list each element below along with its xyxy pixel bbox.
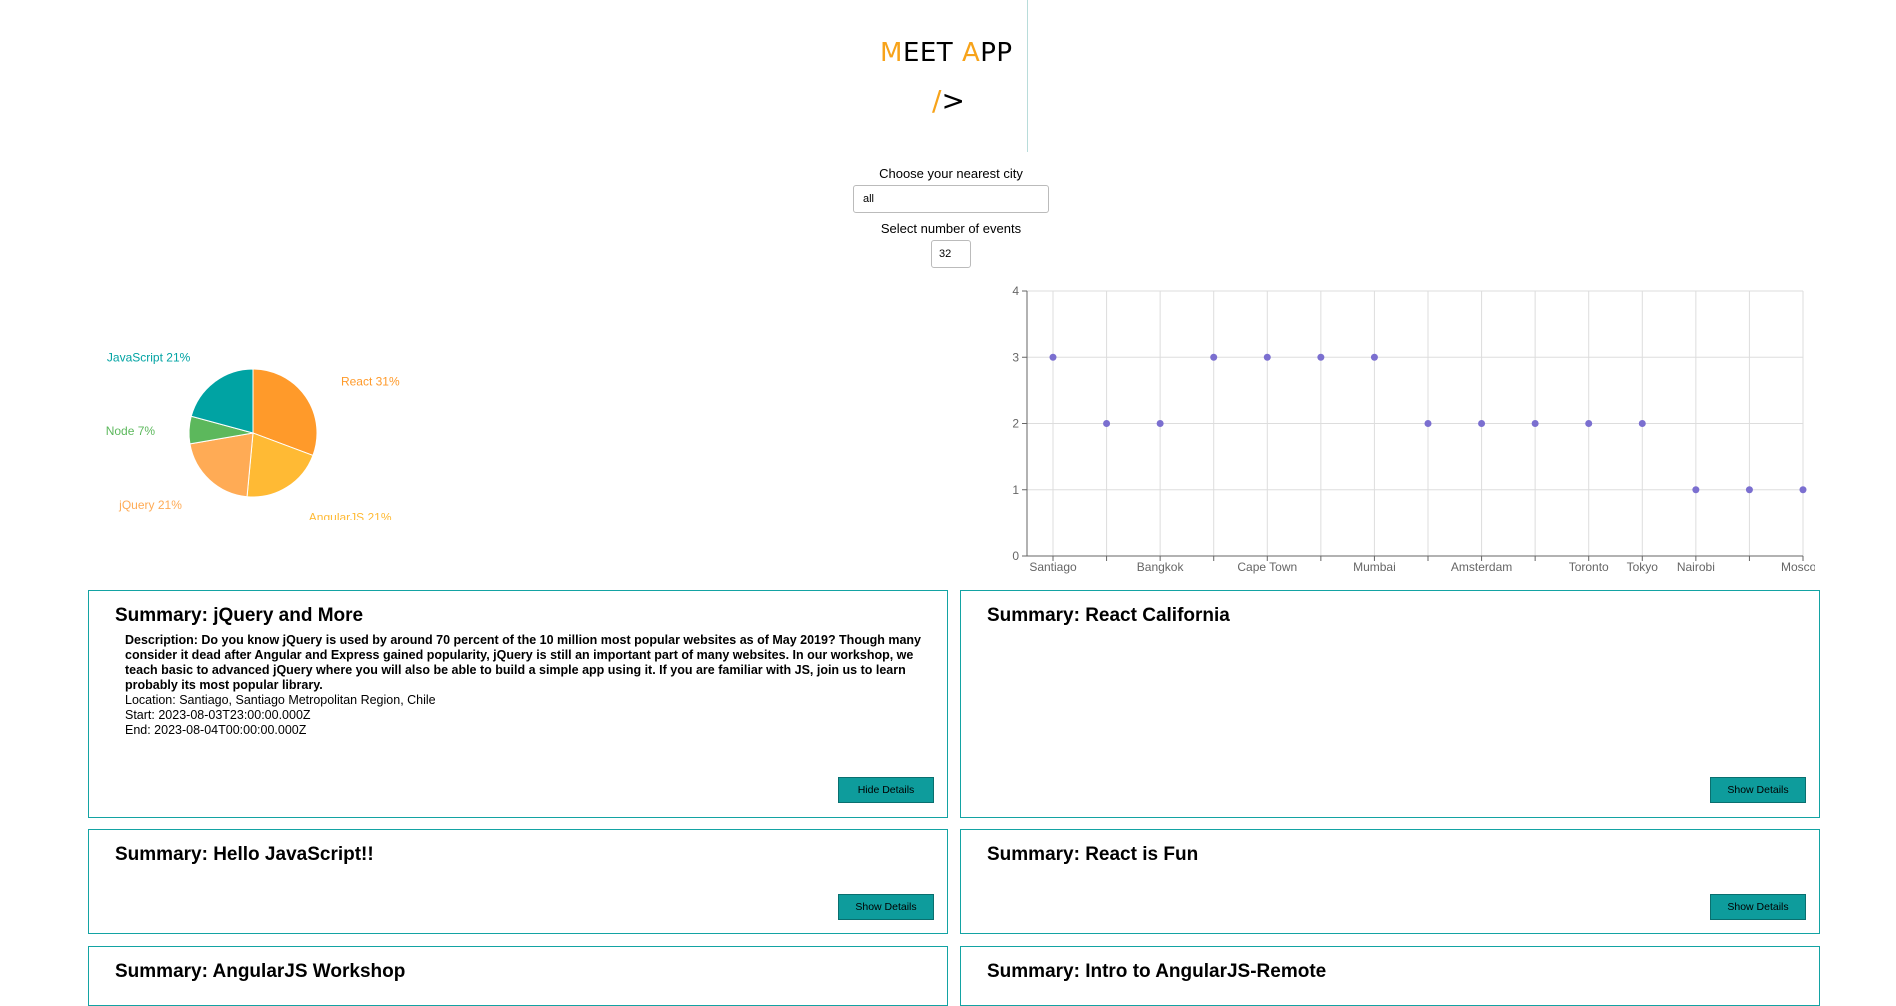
scatter-point: [1210, 353, 1218, 361]
scatter-point: [1692, 486, 1700, 494]
scatter-point: [1156, 420, 1164, 427]
x-tick-label: Nairobi: [1677, 560, 1715, 574]
scatter-point: [1103, 420, 1111, 427]
show-details-button[interactable]: Show Details: [1710, 777, 1806, 803]
x-tick-label: Tokyo: [1627, 560, 1659, 574]
x-tick-label: Santiago: [1029, 560, 1077, 574]
scatter-point: [1638, 420, 1646, 427]
y-tick-label: 1: [1012, 483, 1019, 497]
city-search-input[interactable]: [853, 185, 1049, 213]
scatter-point: [1531, 420, 1539, 427]
logo-letter-a: A: [961, 38, 981, 68]
scatter-point: [1263, 353, 1271, 361]
event-summary: Summary: React California: [987, 605, 1230, 626]
logo-text-eet: EET: [902, 38, 962, 68]
events-number-label: Select number of events: [880, 221, 1022, 236]
pie-label: JavaScript 21%: [107, 351, 191, 365]
scatter-point: [1049, 353, 1057, 361]
city-events-scatter-chart: 0 1 2 3 4 Santiago Bangkok Cape Town Mumbai Amste…: [1012, 284, 1815, 574]
genre-pie-chart: React 31% AngularJS 21% jQuery 21% Node 7% J…: [106, 351, 400, 520]
pie-label: React 31%: [341, 375, 400, 389]
event-summary: Summary: AngularJS Workshop: [115, 961, 406, 982]
scatter-point: [1799, 486, 1807, 494]
event-details: Description: Do you know jQuery is used …: [125, 633, 925, 738]
scatter-point: [1478, 420, 1486, 427]
x-tick-label: Bangkok: [1137, 560, 1185, 574]
event-card: Summary: Hello JavaScript!! Show Details: [88, 829, 948, 934]
header-divider: [1027, 0, 1028, 152]
event-summary: Summary: jQuery and More: [115, 605, 364, 626]
x-tick-label: Toronto: [1569, 560, 1609, 574]
event-card: Summary: jQuery and More Description: Do…: [88, 590, 948, 818]
events-number-input[interactable]: [931, 240, 971, 268]
logo-letter-m: M: [880, 38, 903, 68]
scatter-point: [1317, 353, 1325, 361]
x-tick-label: Cape Town: [1237, 560, 1297, 574]
event-card: Summary: Intro to AngularJS-Remote: [960, 946, 1820, 1006]
scatter-point: [1585, 420, 1593, 427]
y-tick-label: 0: [1012, 549, 1019, 563]
pie-label: jQuery 21%: [118, 498, 182, 512]
x-tick-label: Mumbai: [1353, 560, 1396, 574]
event-summary: Summary: Hello JavaScript!!: [115, 844, 374, 865]
x-tick-label: Amsterdam: [1451, 560, 1512, 574]
show-details-button[interactable]: Show Details: [838, 894, 934, 920]
event-summary: Summary: Intro to AngularJS-Remote: [987, 961, 1327, 982]
app-logo: MEET APP: [880, 38, 1013, 68]
logo-tag: />: [932, 84, 965, 117]
logo-gt: >: [941, 84, 965, 117]
event-summary: Summary: React is Fun: [987, 844, 1199, 865]
event-card: Summary: React California Show Details: [960, 590, 1820, 818]
scatter-point: [1370, 353, 1378, 361]
scatter-point: [1745, 486, 1753, 494]
event-card: Summary: AngularJS Workshop: [88, 946, 948, 1006]
hide-details-button[interactable]: Hide Details: [838, 777, 934, 803]
event-card: Summary: React is Fun Show Details: [960, 829, 1820, 934]
x-tick-label: Moscow: [1781, 560, 1815, 574]
event-location: Location: Santiago, Santiago Metropolita…: [125, 693, 436, 707]
event-start: Start: 2023-08-03T23:00:00.000Z: [125, 708, 311, 722]
y-tick-label: 3: [1012, 350, 1019, 364]
y-tick-label: 4: [1012, 284, 1019, 298]
pie-label: AngularJS 21%: [309, 510, 392, 520]
event-end: End: 2023-08-04T00:00:00.000Z: [125, 723, 307, 737]
logo-text-pp: PP: [980, 38, 1013, 68]
city-label: Choose your nearest city: [879, 166, 1023, 181]
show-details-button[interactable]: Show Details: [1710, 894, 1806, 920]
pie-label: Node 7%: [106, 424, 156, 438]
scatter-point: [1424, 420, 1432, 427]
event-description: Description: Do you know jQuery is used …: [125, 633, 921, 692]
y-tick-label: 2: [1012, 417, 1019, 431]
